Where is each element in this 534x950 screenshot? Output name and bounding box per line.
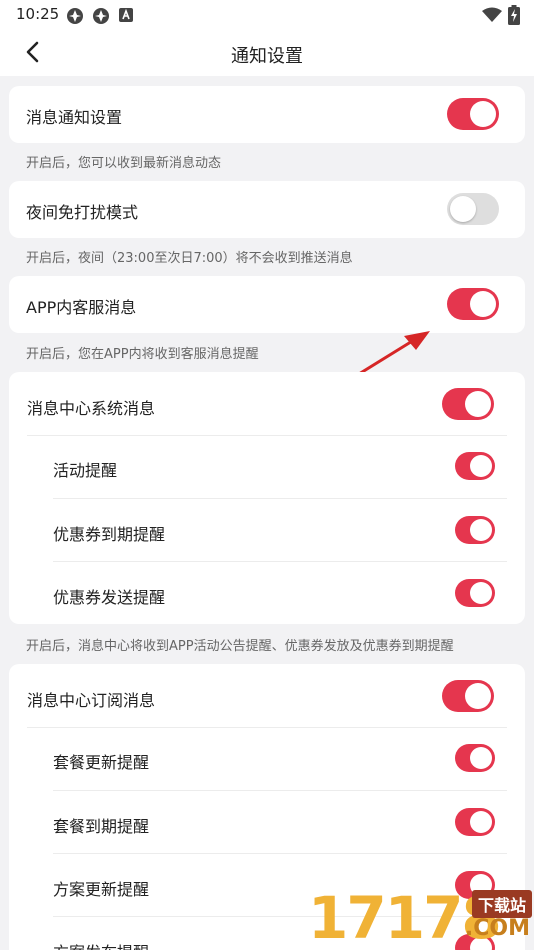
divider (27, 435, 507, 436)
page-title: 通知设置 (231, 46, 303, 67)
watermark-domain: .COM (464, 916, 530, 941)
toggle-knob (470, 455, 492, 477)
night-dnd-card: 夜间免打扰模式 (9, 181, 525, 238)
toggle-knob (465, 683, 491, 709)
package-expiry-label: 套餐到期提醒 (53, 817, 150, 836)
activity-reminder-label: 活动提醒 (53, 461, 118, 480)
status-bar: 10:25 (0, 0, 534, 30)
coupon-sent-label: 优惠券发送提醒 (53, 588, 166, 607)
status-time: 10:25 (16, 5, 60, 23)
package-expiry-toggle[interactable] (455, 808, 495, 836)
subscribe-msg-toggle[interactable] (442, 680, 494, 712)
toggle-knob (470, 291, 496, 317)
app-service-label: APP内客服消息 (26, 298, 137, 317)
system-msg-card: 消息中心系统消息 活动提醒 优惠券到期提醒 优惠券发送提醒 (9, 372, 525, 624)
message-notify-card: 消息通知设置 (9, 86, 525, 143)
app-service-toggle[interactable] (447, 288, 499, 320)
night-dnd-toggle[interactable] (447, 193, 499, 225)
navigation-bar: 通知设置 (0, 30, 534, 76)
toggle-knob (470, 519, 492, 541)
activity-reminder-toggle[interactable] (455, 452, 495, 480)
watermark-tag: 下载站 (471, 890, 532, 918)
plan-publish-label: 方案发布提醒 (53, 939, 149, 950)
message-notify-label: 消息通知设置 (26, 108, 123, 127)
plan-update-label: 方案更新提醒 (53, 880, 150, 899)
toggle-knob (470, 747, 492, 769)
coupon-expiry-label: 优惠券到期提醒 (53, 525, 166, 544)
divider (53, 790, 507, 791)
divider (53, 498, 507, 499)
system-msg-toggle[interactable] (442, 388, 494, 420)
toggle-knob (450, 196, 476, 222)
toggle-knob (470, 101, 496, 127)
app-notification-icon-2 (93, 8, 109, 24)
package-update-label: 套餐更新提醒 (53, 753, 150, 772)
message-notify-hint: 开启后，您可以收到最新消息动态 (26, 156, 222, 171)
app-service-hint: 开启后，您在APP内将收到客服消息提醒 (26, 347, 259, 362)
font-notification-icon (119, 8, 133, 22)
toggle-knob (470, 811, 492, 833)
package-update-toggle[interactable] (455, 744, 495, 772)
battery-icon (508, 5, 520, 25)
app-service-card: APP内客服消息 (9, 276, 525, 333)
subscribe-msg-label: 消息中心订阅消息 (27, 691, 156, 710)
toggle-knob (470, 582, 492, 604)
night-dnd-hint: 开启后，夜间（23:00至次日7:00）将不会收到推送消息 (26, 251, 353, 266)
divider (53, 853, 507, 854)
wifi-icon (482, 7, 502, 22)
message-notify-toggle[interactable] (447, 98, 499, 130)
coupon-sent-toggle[interactable] (455, 579, 495, 607)
system-msg-label: 消息中心系统消息 (27, 399, 156, 418)
coupon-expiry-toggle[interactable] (455, 516, 495, 544)
divider (53, 561, 507, 562)
app-notification-icon (67, 8, 83, 24)
watermark-logo: 17178 下载站 .COM (308, 886, 534, 950)
toggle-knob (465, 391, 491, 417)
divider (27, 727, 507, 728)
night-dnd-label: 夜间免打扰模式 (26, 203, 139, 222)
system-msg-hint: 开启后，消息中心将收到APP活动公告提醒、优惠券发放及优惠券到期提醒 (26, 639, 454, 654)
